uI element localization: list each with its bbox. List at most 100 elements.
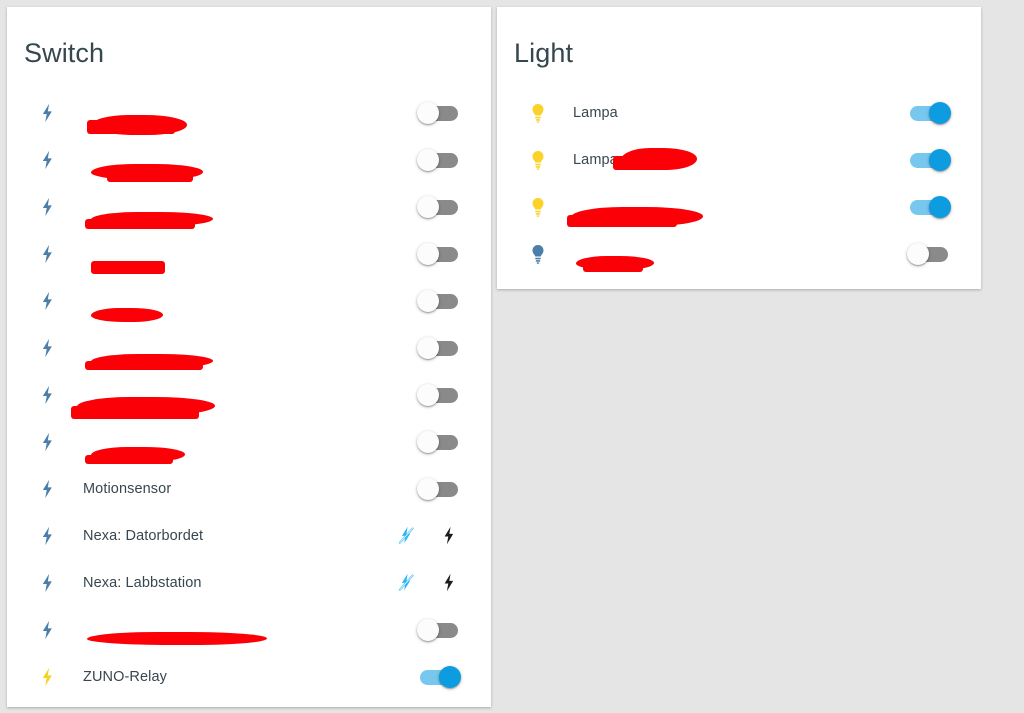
redaction-mark: [576, 255, 654, 270]
light-card: Light Lampa Lampa: [497, 7, 981, 289]
bolt-icon: [35, 572, 61, 594]
switch-card-title: Switch: [24, 38, 105, 68]
device-row[interactable]: ZUNO-Relay: [7, 653, 491, 700]
device-row[interactable]: [7, 606, 491, 653]
toggle-knob: [907, 242, 929, 265]
redaction-mark: [613, 155, 671, 170]
device-label-lampa: Lampa: [573, 147, 907, 170]
bolt-icon: [35, 384, 61, 406]
bolt-icon: [35, 337, 61, 359]
bolt-icon: [35, 525, 61, 547]
device-row[interactable]: Motionsensor: [7, 465, 491, 512]
bolt-icon: [35, 431, 61, 453]
redaction-mark: [85, 360, 203, 370]
redaction-mark: [91, 260, 165, 274]
lightbulb-icon: [525, 149, 551, 171]
bolt-icon: [35, 149, 61, 171]
redaction-mark: [87, 631, 267, 645]
switch-device-list: Motionsensor Nexa: Datorbordet Nexa: Labbs…: [7, 89, 491, 700]
bolt-icon: [35, 290, 61, 312]
device-row[interactable]: Lampa: [497, 89, 981, 136]
flash-off-icon[interactable]: [391, 568, 421, 598]
toggle-switch[interactable]: [417, 289, 461, 312]
device-label-text: ZUNO-Relay: [83, 668, 167, 685]
device-row[interactable]: [497, 230, 981, 277]
redaction-mark: [571, 206, 703, 226]
redaction-mark: [567, 214, 677, 227]
toggle-switch[interactable]: [907, 195, 951, 218]
toggle-switch[interactable]: [417, 477, 461, 500]
redaction-mark: [85, 218, 195, 229]
flash-actions: [391, 521, 464, 551]
flash-on-icon[interactable]: [434, 521, 464, 551]
device-row[interactable]: Lampa: [497, 136, 981, 183]
device-row[interactable]: [497, 183, 981, 230]
redaction-mark: [91, 114, 187, 135]
toggle-switch[interactable]: [417, 430, 461, 453]
toggle-knob: [417, 242, 439, 265]
toggle-switch[interactable]: [417, 195, 461, 218]
toggle-knob: [417, 477, 439, 500]
device-label-text: Nexa: Labbstation: [83, 574, 202, 591]
device-label-nexa-datorbordet: Nexa: Datorbordet: [83, 528, 391, 544]
toggle-switch[interactable]: [417, 101, 461, 124]
redaction-mark: [91, 353, 213, 368]
light-card-title: Light: [514, 38, 574, 68]
redaction-mark: [107, 171, 193, 182]
toggle-switch[interactable]: [907, 101, 951, 124]
toggle-switch[interactable]: [417, 336, 461, 359]
redaction-mark: [87, 119, 175, 134]
device-label-text: Nexa: Datorbordet: [83, 527, 204, 544]
device-row[interactable]: Nexa: Labbstation: [7, 559, 491, 606]
toggle-knob: [417, 148, 439, 171]
device-label-motionsensor: Motionsensor: [83, 481, 417, 497]
toggle-knob: [929, 148, 951, 171]
device-row[interactable]: [7, 371, 491, 419]
device-row[interactable]: [7, 230, 491, 277]
redaction-mark: [91, 211, 213, 226]
toggle-switch[interactable]: [417, 148, 461, 171]
lightbulb-icon: [525, 196, 551, 218]
toggle-switch[interactable]: [417, 383, 461, 406]
bolt-icon: [35, 666, 61, 688]
flash-on-icon[interactable]: [434, 568, 464, 598]
toggle-knob: [417, 383, 439, 406]
toggle-knob: [417, 336, 439, 359]
lightbulb-icon: [525, 102, 551, 124]
redaction-mark: [71, 405, 199, 419]
lightbulb-icon: [525, 243, 551, 265]
bolt-icon: [35, 196, 61, 218]
device-row[interactable]: Nexa: Datorbordet: [7, 512, 491, 559]
device-row[interactable]: [7, 183, 491, 230]
bolt-icon: [35, 478, 61, 500]
redaction-mark: [621, 147, 697, 170]
toggle-knob: [417, 289, 439, 312]
toggle-switch[interactable]: [417, 618, 461, 641]
toggle-switch[interactable]: [907, 148, 951, 171]
device-row[interactable]: [7, 324, 491, 371]
toggle-knob: [417, 430, 439, 453]
device-label-text: Lampa: [573, 104, 618, 121]
device-label-nexa-labbstation: Nexa: Labbstation: [83, 575, 391, 591]
redaction-mark: [91, 446, 185, 462]
flash-off-icon[interactable]: [391, 521, 421, 551]
toggle-knob: [929, 101, 951, 124]
toggle-switch[interactable]: [417, 242, 461, 265]
toggle-switch[interactable]: [907, 242, 951, 265]
device-row[interactable]: [7, 277, 491, 324]
device-label-text: Lampa: [573, 151, 618, 168]
toggle-knob: [417, 101, 439, 124]
device-row[interactable]: [7, 136, 491, 183]
light-device-list: Lampa Lampa: [497, 89, 981, 277]
toggle-switch[interactable]: [417, 665, 461, 688]
toggle-knob: [929, 195, 951, 218]
switch-card: Switch Motionsensor Nexa: Datorbordet Nexa…: [7, 7, 491, 707]
redaction-mark: [91, 307, 163, 322]
device-row[interactable]: [7, 418, 491, 465]
device-label-zuno-relay: ZUNO-Relay: [83, 669, 417, 685]
bolt-icon: [35, 102, 61, 124]
redaction-mark: [85, 454, 173, 464]
device-row[interactable]: [7, 89, 491, 136]
device-label-lampa: Lampa: [573, 105, 907, 121]
redaction-mark: [583, 262, 643, 272]
